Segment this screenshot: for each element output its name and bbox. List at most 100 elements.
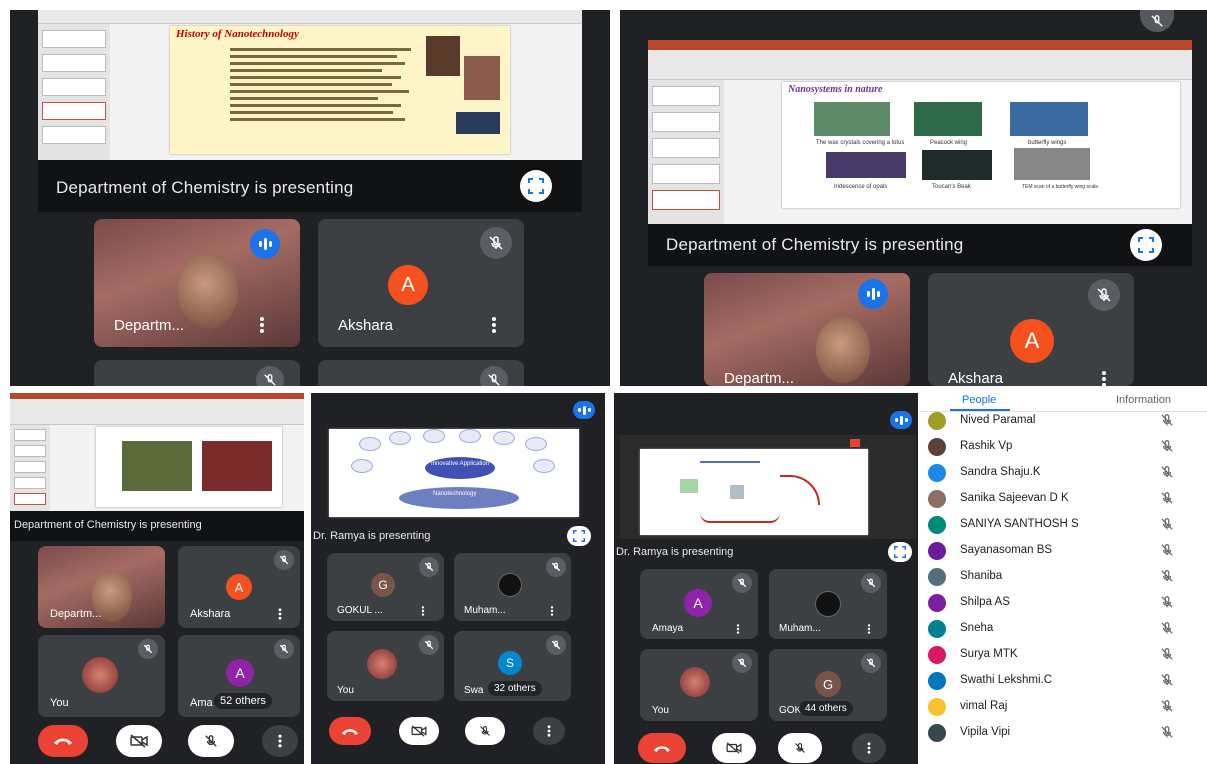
more-options-icon[interactable] <box>736 624 740 634</box>
participant-tile[interactable]: You <box>327 631 444 701</box>
more-options-icon <box>867 742 871 754</box>
participant-row[interactable]: Vipila Vipi <box>920 720 1207 746</box>
participant-tile[interactable]: Muham... <box>769 569 887 639</box>
participant-avatar <box>928 594 946 612</box>
presenting-bar: Department of Chemistry is presenting <box>648 224 1192 266</box>
mic-toggle-button[interactable] <box>188 725 234 757</box>
participant-name: Ama <box>190 697 213 709</box>
participant-row[interactable]: Sanika Sajeevan D K <box>920 486 1207 512</box>
more-options-icon[interactable] <box>492 317 496 333</box>
mic-off-icon <box>546 557 566 577</box>
more-options-button[interactable] <box>262 725 298 757</box>
participant-row[interactable]: SANIYA SANTHOSH S <box>920 512 1207 538</box>
participant-name: You <box>652 705 669 716</box>
participant-tile[interactable]: Muham... <box>454 553 571 621</box>
slide-canvas: History of Nanotechnology <box>170 26 510 154</box>
participant-avatar <box>928 646 946 664</box>
camera-toggle-button[interactable] <box>399 717 439 745</box>
participant-row[interactable]: Shilpa AS <box>920 590 1207 616</box>
participant-row[interactable]: Surya MTK <box>920 642 1207 668</box>
slide-canvas <box>96 427 282 507</box>
participant-tile[interactable]: G GOK 44 others <box>769 649 887 721</box>
cup-photo <box>202 441 272 491</box>
participant-name: GOK <box>779 705 802 716</box>
participant-tile[interactable]: Departm... <box>94 219 300 347</box>
participant-name: GOKUL ... <box>337 605 383 616</box>
meet-screenshot-4: Innovative Application Nanotechnology Dr… <box>311 393 605 764</box>
participant-name: Sayanasoman BS <box>960 544 1053 556</box>
mic-off-icon <box>256 366 284 386</box>
mic-off-icon <box>274 639 294 659</box>
participant-row[interactable]: Sandra Shaju.K <box>920 460 1207 486</box>
tab-people[interactable]: People <box>962 394 996 406</box>
participant-tile[interactable]: G GOKUL ... <box>327 553 444 621</box>
participant-tile[interactable]: A Ama 52 others <box>178 635 300 717</box>
fullscreen-button[interactable] <box>567 526 591 546</box>
self-avatar <box>82 657 118 693</box>
participant-tile[interactable]: You <box>640 649 758 721</box>
participant-row[interactable]: Sneha <box>920 616 1207 642</box>
participant-avatar <box>928 516 946 534</box>
participant-tile[interactable]: A Akshara <box>928 273 1134 386</box>
mic-off-icon <box>861 653 881 673</box>
participant-row[interactable]: Sayanasoman BS <box>920 538 1207 564</box>
participant-tile[interactable] <box>94 360 300 386</box>
caption: Iridescence of opals <box>834 184 888 190</box>
participant-tile[interactable]: Departm... <box>38 546 165 628</box>
end-call-button[interactable] <box>38 725 88 757</box>
participant-name: Akshara <box>338 317 394 334</box>
participant-row[interactable]: Swathi Lekshmi.C <box>920 668 1207 694</box>
mic-toggle-button[interactable] <box>778 733 822 763</box>
meet-screenshot-3: Department of Chemistry is presenting De… <box>10 393 304 764</box>
others-count[interactable]: 32 others <box>488 681 542 696</box>
participant-tile[interactable]: A Akshara <box>318 219 524 347</box>
fullscreen-button[interactable] <box>1130 229 1162 261</box>
fullscreen-button[interactable] <box>520 170 552 202</box>
others-count[interactable]: 52 others <box>214 693 272 709</box>
caption: TEM scan of a butterfly wing scale <box>1022 184 1099 190</box>
camera-toggle-button[interactable] <box>116 725 162 757</box>
others-count[interactable]: 44 others <box>799 701 853 716</box>
slide-thumbnails <box>648 80 724 224</box>
end-call-button[interactable] <box>329 717 371 745</box>
participant-tile[interactable]: Departm... <box>704 273 910 386</box>
more-options-icon[interactable] <box>550 606 554 616</box>
mic-off-icon <box>1160 569 1174 588</box>
mic-off-icon <box>861 573 881 593</box>
more-options-icon[interactable] <box>867 624 871 634</box>
camera-toggle-button[interactable] <box>712 733 756 763</box>
participant-row[interactable]: vimal Raj <box>920 694 1207 720</box>
mic-toggle-button[interactable] <box>465 717 505 745</box>
butterfly-photo <box>1010 102 1088 136</box>
participant-row[interactable]: Nived Paramal <box>920 408 1207 434</box>
tab-information[interactable]: Information <box>1116 394 1171 406</box>
participant-name: Muham... <box>464 605 506 616</box>
participant-row[interactable]: Rashik Vp <box>920 434 1207 460</box>
more-options-icon[interactable] <box>421 606 425 616</box>
participant-tile[interactable]: A Akshara <box>178 546 300 628</box>
more-options-icon[interactable] <box>278 608 282 620</box>
participant-tile[interactable]: S Swa 32 others <box>454 631 571 701</box>
slide-title: History of Nanotechnology <box>176 28 299 40</box>
participant-tile[interactable]: You <box>38 635 165 717</box>
caption: Peacock wing <box>930 140 968 146</box>
end-call-button[interactable] <box>638 733 686 763</box>
avatar: A <box>684 589 712 617</box>
participant-row[interactable]: Shaniba <box>920 564 1207 590</box>
participant-name: Surya MTK <box>960 648 1018 660</box>
more-options-button[interactable] <box>533 717 565 745</box>
mic-off-icon <box>1160 517 1174 536</box>
mic-off-icon <box>480 227 512 259</box>
speaking-indicator-icon <box>890 411 912 429</box>
participant-tile[interactable]: A Amaya <box>640 569 758 639</box>
camera-off-icon <box>726 742 742 754</box>
more-options-button[interactable] <box>852 733 886 763</box>
avatar-image <box>498 573 522 597</box>
participant-tile[interactable] <box>318 360 524 386</box>
fullscreen-button[interactable] <box>888 542 912 562</box>
more-options-icon[interactable] <box>1102 371 1106 386</box>
participant-name: Nived Paramal <box>960 414 1036 426</box>
more-options-icon[interactable] <box>260 317 264 333</box>
presenting-label: Department of Chemistry is presenting <box>14 519 202 531</box>
slide-canvas <box>640 449 868 535</box>
